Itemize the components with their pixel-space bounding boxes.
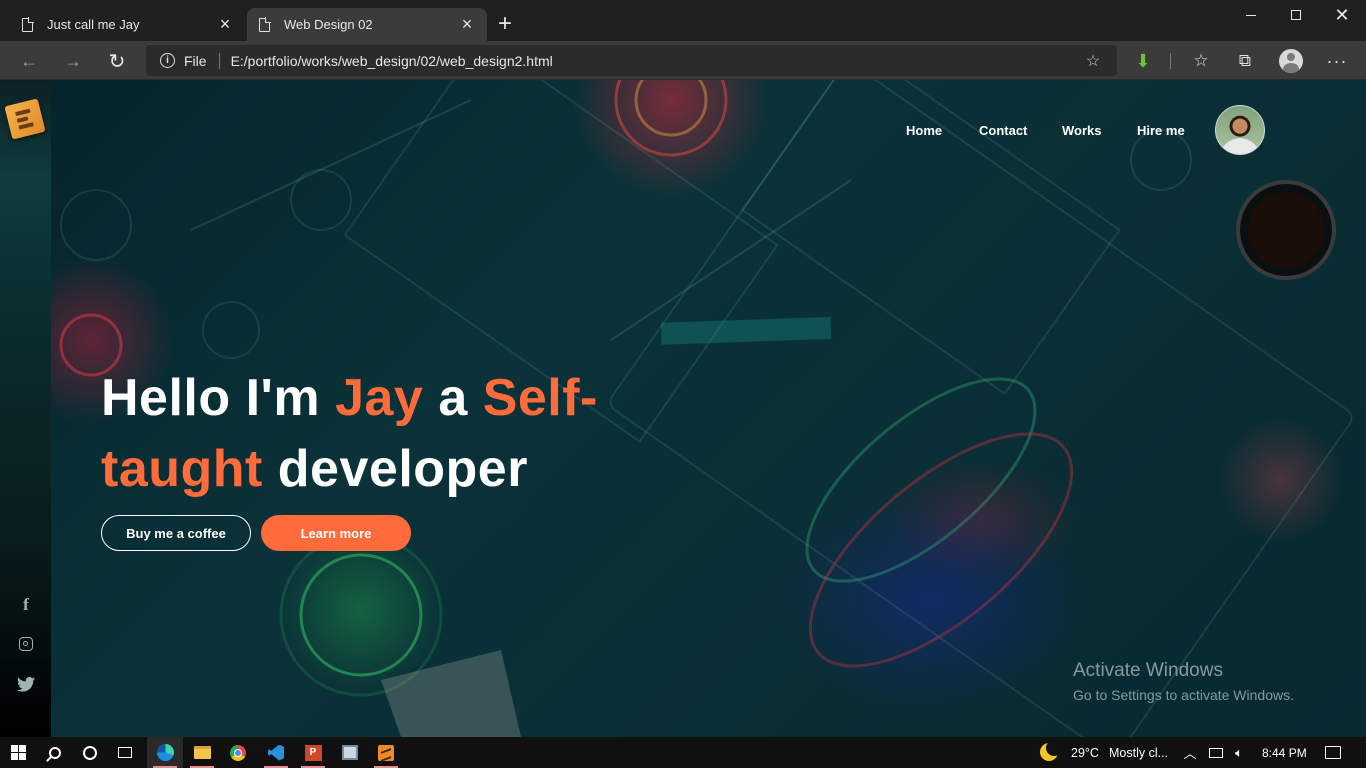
clock[interactable]: 8:44 PM [1262,737,1307,768]
watermark-title: Activate Windows [1073,660,1223,681]
watermark-subtitle: Go to Settings to activate Windows. [1073,687,1294,703]
learn-more-button[interactable]: Learn more [261,515,411,551]
powerpoint-icon[interactable]: P [295,737,331,768]
task-view-icon[interactable] [107,737,143,768]
forward-icon[interactable]: → [59,47,87,75]
nav-home[interactable]: Home [906,123,942,138]
start-icon[interactable] [0,737,36,768]
profile-icon[interactable] [1279,49,1303,73]
headline-a: a [438,369,468,427]
new-tab-icon[interactable]: + [494,10,516,38]
edge-icon[interactable] [147,737,183,768]
vscode-icon[interactable] [258,737,294,768]
instagram-icon[interactable] [14,632,38,656]
page-icon [22,17,34,32]
address-scheme: File [184,52,207,69]
close-tab-icon[interactable]: × [213,14,237,35]
site-logo[interactable] [4,98,46,140]
close-window-icon[interactable]: ✕ [1319,0,1365,30]
headline-taught: taught [101,440,263,498]
file-explorer-icon[interactable] [184,737,220,768]
headline-name: Jay [335,369,424,427]
page-icon [259,17,271,32]
more-icon[interactable]: ··· [1325,49,1349,73]
back-icon[interactable]: ← [15,47,43,75]
chevron-up-icon[interactable]: ︿ [1183,737,1197,768]
minimize-icon[interactable] [1228,0,1274,30]
sublime-text-icon[interactable] [368,737,404,768]
tab-title: Just call me Jay [47,17,140,32]
extension-download-icon[interactable]: ⬇ [1131,49,1155,73]
headline-hello: Hello I'm [101,369,321,427]
address-url[interactable]: E:/portfolio/works/web_design/02/web_des… [231,53,1081,69]
taskbar: P 29°C Mostly cl... ︿ 🔈︎ 8:44 PM [0,737,1366,768]
favorites-icon[interactable]: ☆ [1189,49,1213,73]
address-divider [218,52,220,69]
nav-works[interactable]: Works [1062,123,1102,138]
tab-title: Web Design 02 [284,17,373,32]
maximize-icon[interactable] [1273,0,1319,30]
tab-web-design-02[interactable]: Web Design 02 × [247,8,487,41]
app-icon[interactable] [332,737,368,768]
page-viewport: f Home Contact Works Hire me Hello I'm J… [0,80,1366,737]
weather-temperature[interactable]: 29°C [1071,737,1099,768]
toolbar-divider [1170,53,1171,69]
nav-hire-me[interactable]: Hire me [1137,123,1185,138]
headline-developer: developer [277,440,528,498]
cortana-icon[interactable] [72,737,108,768]
headline-self: Self- [482,369,598,427]
hero-headline: Hello I'm Jay a Self- taught developer [101,363,701,505]
reload-icon[interactable]: ↻ [103,47,131,75]
notification-icon[interactable] [1323,737,1343,768]
activate-windows-watermark: Activate Windows Go to Settings to activ… [1073,660,1294,703]
address-bar[interactable]: i File E:/portfolio/works/web_design/02/… [146,45,1117,76]
weather-condition[interactable]: Mostly cl... [1109,737,1168,768]
chrome-icon[interactable] [220,737,256,768]
sidebar: f [0,80,51,737]
browser-toolbar: ← → ↻ i File E:/portfolio/works/web_desi… [0,41,1366,80]
facebook-icon[interactable]: f [14,593,38,617]
weather-moon-icon[interactable] [1040,740,1062,761]
tab-bar: Just call me Jay × Web Design 02 × + ✕ [0,0,1366,41]
nav-contact[interactable]: Contact [979,123,1027,138]
info-icon[interactable]: i [160,53,175,68]
close-tab-icon[interactable]: × [455,14,479,35]
twitter-icon[interactable] [14,672,38,696]
network-icon[interactable] [1207,737,1225,768]
avatar[interactable] [1215,105,1265,155]
buy-me-a-coffee-button[interactable]: Buy me a coffee [101,515,251,551]
volume-icon[interactable]: 🔈︎ [1230,737,1248,768]
collections-icon[interactable]: ⧉ [1233,49,1257,73]
search-icon[interactable] [37,737,73,768]
tab-just-call-me-jay[interactable]: Just call me Jay × [10,8,245,41]
add-favorite-icon[interactable]: ☆ [1081,51,1105,71]
